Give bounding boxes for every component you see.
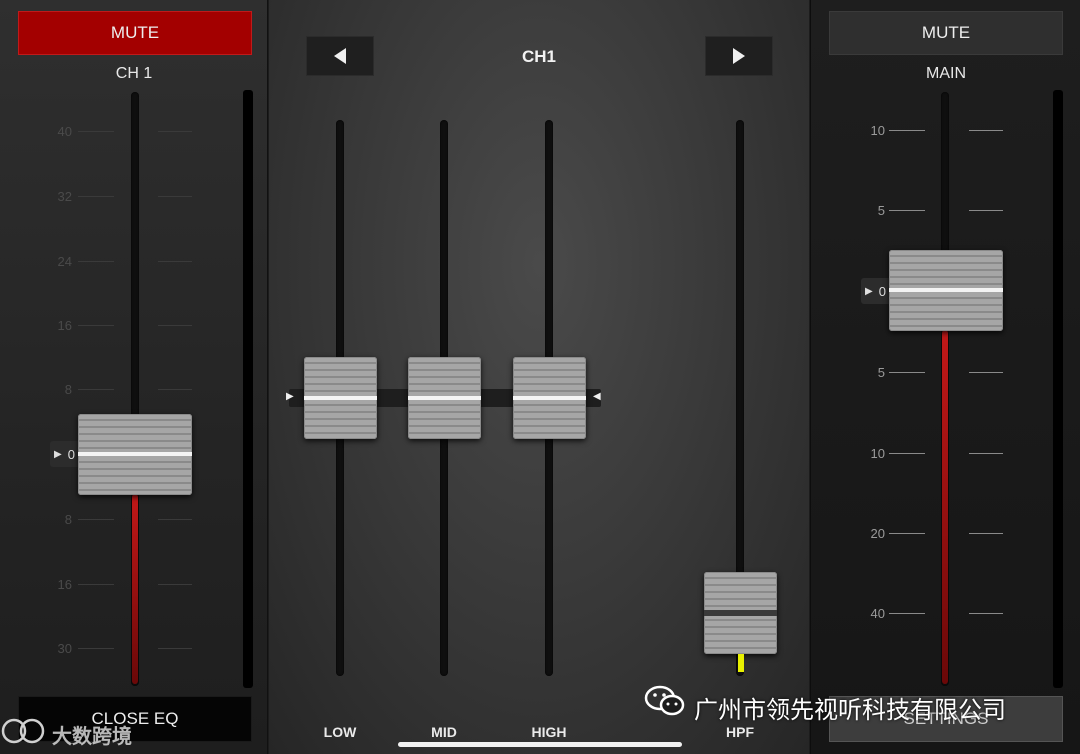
scale-label: 24 xyxy=(57,254,72,269)
scale-tick xyxy=(158,261,192,262)
scale-tick xyxy=(158,648,192,649)
triangle-right-icon xyxy=(733,48,745,64)
scale-tick xyxy=(78,131,114,132)
fader-center-line xyxy=(78,452,192,456)
scale-tick xyxy=(889,210,925,211)
wechat-icon xyxy=(644,685,685,716)
company-watermark: 广州市领先视听科技有限公司 xyxy=(694,697,1006,724)
brand-logo-icon xyxy=(1,718,45,744)
right-marker-icon: ◀ xyxy=(593,391,601,402)
scale-label: 40 xyxy=(870,606,885,621)
scale-tick xyxy=(969,453,1003,454)
high-fader-knob[interactable] xyxy=(513,357,586,439)
scale-label: 16 xyxy=(57,577,72,592)
scale-tick xyxy=(969,210,1003,211)
fader-divider xyxy=(704,610,777,616)
left-marker-icon: ▶ xyxy=(286,391,294,402)
next-channel-button[interactable] xyxy=(705,36,773,76)
main-label: MAIN xyxy=(926,65,966,82)
scale-tick xyxy=(969,372,1003,373)
brand-watermark: 大数跨境 xyxy=(52,726,132,748)
marker-arrow-icon: ▶ xyxy=(865,285,873,297)
eq-panel: CH1 ▶ ◀ LOW MID HIGH HPF xyxy=(269,0,809,754)
band-label-hpf: HPF xyxy=(726,724,754,740)
scale-tick xyxy=(889,453,925,454)
scale-tick xyxy=(78,648,114,649)
scale-tick xyxy=(78,389,114,390)
scale-tick xyxy=(158,196,192,197)
scale-tick xyxy=(158,519,192,520)
channel-label: CH 1 xyxy=(115,65,153,82)
main-level-meter xyxy=(1053,90,1063,688)
hpf-indicator xyxy=(738,654,744,672)
scale-tick xyxy=(969,613,1003,614)
scale-label: 5 xyxy=(877,203,885,218)
channel-fader-knob[interactable] xyxy=(78,414,192,495)
scale-tick xyxy=(158,131,192,132)
zero-label: 0 xyxy=(878,283,886,299)
mid-fader-knob[interactable] xyxy=(408,357,481,439)
channel-mute-button[interactable]: MUTE xyxy=(18,11,252,55)
scale-tick xyxy=(78,584,114,585)
scale-tick xyxy=(889,533,925,534)
channel-level-meter xyxy=(243,90,253,688)
hpf-fader-knob[interactable] xyxy=(704,572,777,654)
main-level-indicator xyxy=(942,330,948,684)
scale-label: 40 xyxy=(57,124,72,139)
fader-center-line xyxy=(513,396,586,400)
scale-label: 8 xyxy=(64,512,72,527)
fader-center-line xyxy=(304,396,377,400)
marker-arrow-icon: ▶ xyxy=(54,448,62,460)
main-mute-button[interactable]: MUTE xyxy=(829,11,1063,55)
band-label-high: HIGH xyxy=(531,724,567,740)
scale-tick xyxy=(78,196,114,197)
scale-tick xyxy=(889,130,925,131)
fader-center-line xyxy=(408,396,481,400)
scale-label: 32 xyxy=(57,189,72,204)
scale-tick xyxy=(78,519,114,520)
band-label-mid: MID xyxy=(431,724,457,740)
low-fader-knob[interactable] xyxy=(304,357,377,439)
scale-tick xyxy=(158,389,192,390)
scale-tick xyxy=(78,325,114,326)
scale-label: 10 xyxy=(870,123,885,138)
scale-label: 10 xyxy=(870,446,885,461)
main-fader-knob[interactable] xyxy=(889,250,1003,331)
scale-tick xyxy=(78,261,114,262)
home-indicator[interactable] xyxy=(398,742,682,747)
scale-label: 30 xyxy=(57,641,72,656)
main-strip: MUTE MAIN 10 5 5 10 20 40 ▶ 0 SETTINGS xyxy=(810,0,1080,754)
scale-tick xyxy=(969,130,1003,131)
scale-tick xyxy=(158,325,192,326)
scale-tick xyxy=(158,584,192,585)
channel-level-indicator xyxy=(132,494,138,684)
scale-tick xyxy=(889,613,925,614)
fader-center-line xyxy=(889,288,1003,292)
zero-label: 0 xyxy=(67,446,75,462)
scale-tick xyxy=(889,372,925,373)
scale-label: 5 xyxy=(877,365,885,380)
channel-strip: MUTE CH 1 40 32 24 16 8 8 16 30 ▶ 0 CLOS… xyxy=(0,0,268,754)
band-label-low: LOW xyxy=(323,724,357,740)
scale-label: 16 xyxy=(57,318,72,333)
scale-tick xyxy=(969,533,1003,534)
scale-label: 20 xyxy=(870,526,885,541)
scale-label: 8 xyxy=(64,382,72,397)
